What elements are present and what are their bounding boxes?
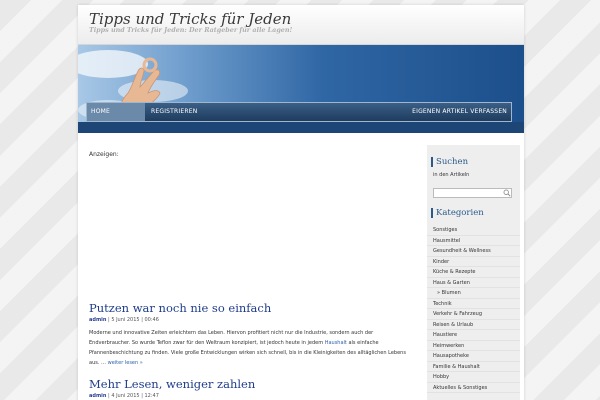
search-icon[interactable] bbox=[503, 189, 511, 197]
categories-widget-title: Kategorien bbox=[431, 208, 484, 218]
post-inline-link[interactable]: Haushalt bbox=[325, 340, 347, 346]
category-item[interactable]: Heimwerken bbox=[427, 341, 520, 351]
category-item[interactable]: Kinder bbox=[427, 257, 520, 267]
post-title[interactable]: Mehr Lesen, weniger zahlen bbox=[89, 377, 255, 391]
post-excerpt: Moderne und innovative Zeiten erleichter… bbox=[89, 328, 415, 368]
meta-separator: | bbox=[108, 393, 110, 399]
read-more-link[interactable]: weiter lesen » bbox=[108, 360, 143, 366]
post-time: 12:47 bbox=[144, 393, 159, 399]
nav-write-article[interactable]: EIGENEN ARTIKEL VERFASSEN bbox=[408, 103, 511, 121]
category-item[interactable]: Hobby bbox=[427, 372, 520, 383]
category-item[interactable]: Haustiere bbox=[427, 330, 520, 341]
sidebar: Suchen in den Artikeln Kategorien Sonsti… bbox=[427, 145, 520, 400]
search-input[interactable] bbox=[433, 188, 512, 198]
meta-separator: | bbox=[108, 317, 110, 323]
category-item[interactable]: Hausapotheke bbox=[427, 351, 520, 362]
main-column: Anzeigen: Putzen war noch nie so einfach… bbox=[78, 133, 420, 400]
category-item[interactable]: Küche & Rezepte bbox=[427, 267, 520, 278]
category-list: Sonstiges Hausmittel Gesundheit & Wellne… bbox=[427, 225, 520, 393]
post-meta: admin | 5 Juni 2015 | 00:46 bbox=[89, 317, 159, 323]
page-wrapper: Tipps und Tricks für Jeden Tipps und Tri… bbox=[78, 5, 524, 400]
post-meta: admin | 4 Juni 2015 | 12:47 bbox=[89, 393, 159, 399]
search-widget-title: Suchen bbox=[431, 157, 468, 167]
category-item[interactable]: Familie & Haushalt bbox=[427, 362, 520, 372]
post-date: 4 Juni 2015 bbox=[111, 393, 140, 399]
ad-label: Anzeigen: bbox=[89, 151, 119, 158]
post-author[interactable]: admin bbox=[89, 393, 106, 399]
site-header: Tipps und Tricks für Jeden Tipps und Tri… bbox=[78, 5, 524, 45]
post-author[interactable]: admin bbox=[89, 317, 106, 323]
search-subtitle: in den Artikeln bbox=[433, 172, 470, 178]
site-description: Tipps und Tricks für Jeden: Der Ratgeber… bbox=[89, 26, 293, 34]
meta-separator: | bbox=[141, 393, 143, 399]
category-item[interactable]: Aktuelles & Sonstiges bbox=[427, 383, 520, 393]
content-area: Anzeigen: Putzen war noch nie so einfach… bbox=[78, 133, 524, 400]
category-item[interactable]: Hausmittel bbox=[427, 236, 520, 246]
category-subitem[interactable]: » Blumen bbox=[427, 288, 520, 299]
main-navigation: HOME REGISTRIEREN EIGENEN ARTIKEL VERFAS… bbox=[86, 102, 512, 122]
category-item[interactable]: Gesundheit & Wellness bbox=[427, 246, 520, 257]
nav-band bbox=[78, 122, 524, 133]
post-time: 00:46 bbox=[144, 317, 159, 323]
category-item[interactable]: Sonstiges bbox=[427, 225, 520, 236]
post-title[interactable]: Putzen war noch nie so einfach bbox=[89, 301, 271, 315]
post-date: 5 Juni 2015 bbox=[111, 317, 140, 323]
nav-register[interactable]: REGISTRIEREN bbox=[147, 103, 201, 121]
category-item[interactable]: Haus & Garten bbox=[427, 278, 520, 288]
meta-separator: | bbox=[141, 317, 143, 323]
category-item[interactable]: Reisen & Urlaub bbox=[427, 320, 520, 330]
category-item[interactable]: Verkehr & Fahrzeug bbox=[427, 309, 520, 320]
category-item[interactable]: Technik bbox=[427, 299, 520, 309]
nav-home[interactable]: HOME bbox=[87, 103, 145, 121]
